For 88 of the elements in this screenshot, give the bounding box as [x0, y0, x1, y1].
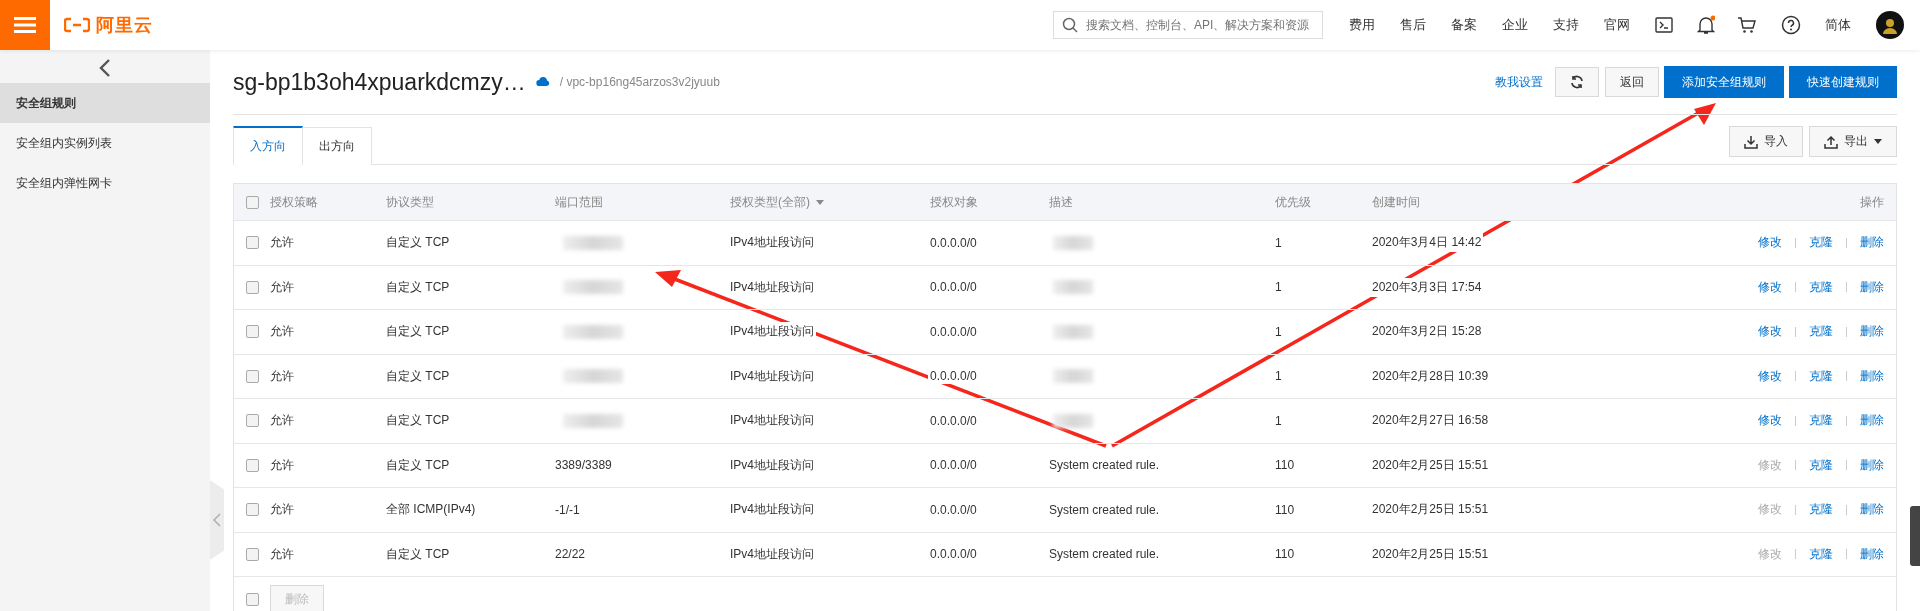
action-link[interactable]: 克隆	[1809, 545, 1833, 563]
table-cell: 2020年3月3日 17:54	[1370, 277, 1484, 297]
security-group-title: sg-bp1b3oh4xpuarkdcmzy…	[233, 68, 526, 96]
menu-icon	[14, 16, 36, 34]
action-link[interactable]: 修改	[1758, 234, 1782, 252]
caret-icon[interactable]	[816, 199, 824, 205]
action-link[interactable]: 删除	[1860, 501, 1884, 519]
action-link[interactable]: 删除	[1860, 234, 1884, 252]
chevron-left-icon	[213, 513, 221, 527]
download-icon	[1744, 134, 1758, 149]
column-header: 授权对象	[930, 193, 978, 211]
action-link[interactable]: 修改	[1758, 367, 1782, 385]
action-link[interactable]: 删除	[1860, 545, 1884, 563]
blurred-text	[1053, 235, 1093, 250]
column-header: 授权策略	[270, 193, 318, 211]
nav-link[interactable]: 支持	[1553, 16, 1579, 34]
table-cell: 0.0.0.0/0	[928, 368, 979, 385]
bell-icon[interactable]	[1697, 15, 1715, 35]
help-link[interactable]: 教我设置	[1495, 73, 1543, 91]
avatar-icon[interactable]	[1876, 11, 1904, 39]
column-header: 操作	[1860, 193, 1884, 211]
action-link[interactable]: 删除	[1860, 278, 1884, 296]
action-link[interactable]: 删除	[1860, 456, 1884, 474]
nav-link[interactable]: 备案	[1451, 16, 1477, 34]
refresh-icon	[1570, 75, 1584, 89]
column-header: 描述	[1049, 193, 1073, 211]
action-link[interactable]: 修改	[1758, 323, 1782, 341]
action-link[interactable]: 删除	[1860, 323, 1884, 341]
row-checkbox[interactable]	[245, 547, 259, 561]
logo-icon	[64, 17, 90, 33]
cloud-icon	[535, 76, 550, 88]
refresh-button[interactable]	[1555, 67, 1599, 97]
collapse-icon[interactable]	[98, 58, 112, 78]
blurred-text	[1053, 280, 1093, 295]
row-checkbox[interactable]	[245, 503, 259, 517]
row-checkbox[interactable]	[245, 458, 259, 472]
logo-text[interactable]: 阿里云	[96, 13, 153, 37]
action-link[interactable]: 修改	[1758, 278, 1782, 296]
select-all-checkbox[interactable]	[245, 195, 259, 209]
column-header: 协议类型	[386, 193, 434, 211]
import-button[interactable]: 导入	[1729, 126, 1803, 157]
blurred-text	[1053, 413, 1093, 428]
cart-icon[interactable]	[1737, 16, 1757, 34]
action-link[interactable]: 克隆	[1809, 234, 1833, 252]
nav-link[interactable]: 费用	[1349, 16, 1375, 34]
action-link[interactable]: 克隆	[1809, 412, 1833, 430]
row-checkbox[interactable]	[245, 414, 259, 428]
column-header: 授权类型(全部)	[730, 193, 810, 211]
column-header: 创建时间	[1372, 193, 1420, 211]
row-checkbox[interactable]	[245, 280, 259, 294]
blurred-text	[1053, 324, 1093, 339]
terminal-icon[interactable]	[1655, 17, 1673, 33]
direction-tab[interactable]: 出方向	[302, 127, 372, 165]
sidebar-item[interactable]: 安全组规则	[0, 83, 210, 123]
menu-button[interactable]	[0, 0, 50, 50]
blurred-text	[1053, 369, 1093, 384]
sidebar-item[interactable]: 安全组内实例列表	[0, 123, 210, 163]
row-checkbox[interactable]	[245, 325, 259, 339]
action-link[interactable]: 克隆	[1809, 278, 1833, 296]
export-button[interactable]: 导出	[1809, 126, 1897, 157]
action-link[interactable]: 删除	[1860, 367, 1884, 385]
action-link[interactable]: 克隆	[1809, 456, 1833, 474]
vpc-id: / vpc-bp16ng45arzos3v2jyuub	[559, 75, 720, 89]
action-link[interactable]: 删除	[1860, 412, 1884, 430]
caret-icon	[1874, 139, 1882, 144]
row-checkbox[interactable]	[245, 369, 259, 383]
action-link[interactable]: 克隆	[1809, 501, 1833, 519]
nav-link[interactable]: 售后	[1400, 16, 1426, 34]
primary-button[interactable]: 添加安全组规则	[1664, 66, 1784, 98]
row-checkbox[interactable]	[245, 236, 259, 250]
direction-tab[interactable]: 入方向	[233, 126, 303, 165]
search-field[interactable]: 搜索文档、控制台、API、解决方案和资源	[1053, 11, 1323, 39]
primary-button[interactable]: 快速创建规则	[1789, 66, 1897, 98]
upload-icon	[1824, 134, 1838, 149]
select-all-checkbox[interactable]	[245, 592, 259, 606]
action-link[interactable]: 克隆	[1809, 367, 1833, 385]
back-button[interactable]: 返回	[1605, 67, 1659, 97]
table-cell: 2020年3月4日 14:42	[1370, 233, 1484, 253]
nav-link[interactable]: 企业	[1502, 16, 1528, 34]
column-header: 端口范围	[555, 193, 603, 211]
language-link[interactable]: 简体	[1825, 16, 1851, 34]
action-link[interactable]: 修改	[1758, 412, 1782, 430]
search-icon	[1062, 17, 1078, 33]
action-link[interactable]: 克隆	[1809, 323, 1833, 341]
column-header: 优先级	[1275, 193, 1311, 211]
help-icon[interactable]	[1781, 15, 1801, 35]
nav-link[interactable]: 官网	[1604, 16, 1630, 34]
sidebar-item[interactable]: 安全组内弹性网卡	[0, 163, 210, 203]
